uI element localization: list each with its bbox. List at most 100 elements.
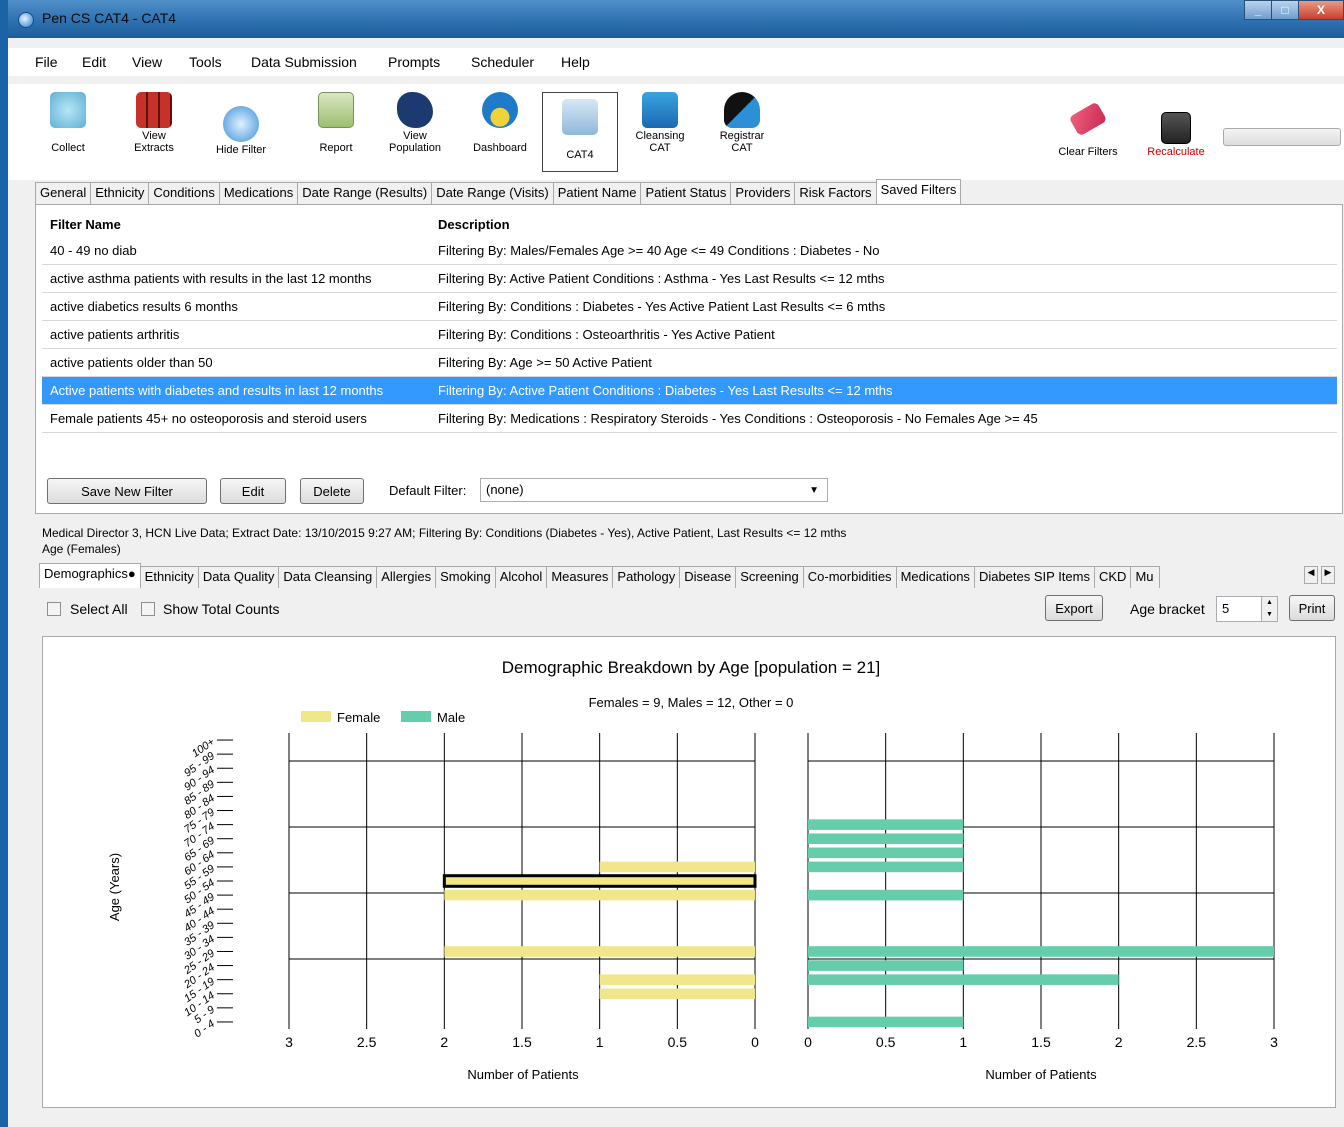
print-button[interactable]: Print	[1289, 595, 1335, 621]
view-extracts-button[interactable]: View Extracts	[116, 92, 192, 154]
female-bar[interactable]	[599, 974, 755, 985]
tab-scroll-left-icon[interactable]: ◀	[1304, 566, 1318, 584]
female-bar-highlighted[interactable]	[442, 874, 757, 888]
tab-smoking[interactable]: Smoking	[435, 566, 496, 588]
cat4-button[interactable]: CAT4	[542, 92, 618, 172]
legend-female-label: Female	[337, 710, 380, 725]
report-button[interactable]: Report	[298, 92, 374, 154]
tab-medications-report[interactable]: Medications	[895, 566, 975, 588]
edit-button[interactable]: Edit	[220, 478, 286, 504]
tab-medications[interactable]: Medications	[218, 182, 299, 204]
collect-icon	[50, 92, 86, 128]
tab-diabetes-sip-items[interactable]: Diabetes SIP Items	[973, 566, 1095, 588]
tab-measures[interactable]: Measures	[546, 566, 614, 588]
tab-patient-status[interactable]: Patient Status	[640, 182, 732, 204]
chart-subtitle: Females = 9, Males = 12, Other = 0	[589, 695, 794, 710]
minimize-button[interactable]: _	[1244, 0, 1272, 20]
maximize-button[interactable]: □	[1271, 0, 1299, 20]
male-bar[interactable]	[808, 960, 964, 971]
table-row[interactable]: 40 - 49 no diab Filtering By: Males/Fema…	[42, 237, 1337, 265]
select-all-checkbox[interactable]	[47, 602, 61, 616]
dashboard-button[interactable]: Dashboard	[462, 92, 538, 154]
menu-tools[interactable]: Tools	[189, 54, 222, 70]
filter-name: active patients arthritis	[50, 327, 180, 342]
tab-general[interactable]: General	[35, 182, 92, 204]
tab-conditions[interactable]: Conditions	[148, 182, 220, 204]
filter-description: Filtering By: Age >= 50 Active Patient	[438, 355, 652, 370]
female-bar[interactable]	[599, 988, 755, 1000]
menu-scheduler[interactable]: Scheduler	[471, 54, 534, 70]
tab-ethnicity[interactable]: Ethnicity	[90, 182, 150, 204]
male-bar[interactable]	[808, 833, 964, 844]
x-tick-label: 3	[1270, 1034, 1278, 1050]
cleansing-cat-button[interactable]: Cleansing CAT	[622, 92, 698, 154]
hide-filter-button[interactable]: Hide Filter	[203, 92, 279, 156]
menu-view[interactable]: View	[132, 54, 162, 70]
tab-risk-factors[interactable]: Risk Factors	[794, 182, 877, 204]
column-description[interactable]: Description	[438, 217, 510, 232]
filter-description: Filtering By: Active Patient Conditions …	[438, 271, 885, 286]
filter-description: Filtering By: Males/Females Age >= 40 Ag…	[438, 243, 880, 258]
table-row[interactable]: active patients older than 50 Filtering …	[42, 349, 1337, 377]
tab-ethnicity-report[interactable]: Ethnicity	[139, 566, 199, 588]
tab-mu-truncated[interactable]: Mu	[1130, 566, 1161, 588]
view-population-button[interactable]: View Population	[377, 92, 453, 154]
menu-data-submission[interactable]: Data Submission	[251, 54, 357, 70]
tab-co-morbidities[interactable]: Co-morbidities	[802, 566, 897, 588]
tab-allergies[interactable]: Allergies	[376, 566, 437, 588]
age-bracket-stepper[interactable]: 5 ▲ ▼	[1216, 596, 1278, 622]
tab-disease[interactable]: Disease	[679, 566, 737, 588]
cat4-icon	[562, 99, 598, 135]
tab-alcohol[interactable]: Alcohol	[494, 566, 548, 588]
menu-edit[interactable]: Edit	[82, 54, 106, 70]
female-bar[interactable]	[599, 861, 755, 873]
male-bar[interactable]	[808, 847, 964, 859]
male-bar[interactable]	[808, 1016, 964, 1028]
save-new-filter-button[interactable]: Save New Filter	[47, 478, 207, 504]
table-row[interactable]: active diabetics results 6 months Filter…	[42, 293, 1337, 321]
male-bar[interactable]	[808, 889, 964, 901]
export-button[interactable]: Export	[1045, 595, 1103, 621]
table-row[interactable]: active asthma patients with results in t…	[42, 265, 1337, 293]
female-bar[interactable]	[444, 946, 755, 957]
menu-prompts[interactable]: Prompts	[388, 54, 440, 70]
tab-scroll-right-icon[interactable]: ▶	[1321, 566, 1335, 584]
clear-filters-button[interactable]: Clear Filters	[1050, 92, 1126, 158]
table-row-selected[interactable]: Active patients with diabetes and result…	[42, 377, 1337, 405]
male-bar[interactable]	[808, 946, 1274, 957]
tab-screening[interactable]: Screening	[735, 566, 804, 588]
table-row[interactable]: Female patients 45+ no osteoporosis and …	[42, 405, 1337, 433]
registrar-cat-button[interactable]: Registrar CAT	[704, 92, 780, 154]
menu-file[interactable]: File	[35, 54, 58, 70]
table-row[interactable]: active patients arthritis Filtering By: …	[42, 321, 1337, 349]
x-tick-label: 1.5	[512, 1034, 532, 1050]
tab-ckd[interactable]: CKD	[1093, 566, 1132, 588]
tab-patient-name[interactable]: Patient Name	[552, 182, 642, 204]
legend-female-swatch	[301, 711, 331, 722]
age-bracket-value: 5	[1222, 601, 1230, 616]
column-filter-name[interactable]: Filter Name	[50, 217, 121, 232]
spin-arrows-icon[interactable]: ▲ ▼	[1261, 597, 1277, 621]
legend-male-label: Male	[437, 710, 465, 725]
default-filter-select[interactable]: (none) ▼	[480, 478, 828, 502]
menu-help[interactable]: Help	[561, 54, 590, 70]
male-bar[interactable]	[808, 861, 964, 873]
tab-providers[interactable]: Providers	[730, 182, 796, 204]
close-button[interactable]: X	[1298, 0, 1344, 20]
male-bar[interactable]	[808, 819, 964, 830]
tab-data-cleansing[interactable]: Data Cleansing	[278, 566, 378, 588]
tab-data-quality[interactable]: Data Quality	[197, 566, 280, 588]
male-bar[interactable]	[808, 974, 1119, 985]
delete-button[interactable]: Delete	[300, 478, 364, 504]
collect-button[interactable]: Collect	[30, 92, 106, 154]
tab-pathology[interactable]: Pathology	[612, 566, 681, 588]
dashboard-icon	[482, 92, 518, 128]
tab-date-range-visits[interactable]: Date Range (Visits)	[431, 182, 554, 204]
tab-demographics[interactable]: Demographics●	[39, 563, 141, 588]
recalculate-button[interactable]: Recalculate	[1138, 92, 1214, 158]
tab-saved-filters[interactable]: Saved Filters	[875, 179, 962, 204]
tab-date-range-results[interactable]: Date Range (Results)	[297, 182, 433, 204]
female-bar[interactable]	[444, 889, 755, 901]
show-total-counts-checkbox[interactable]	[141, 602, 155, 616]
demographic-chart: Demographic Breakdown by Age [population…	[107, 658, 1278, 1082]
